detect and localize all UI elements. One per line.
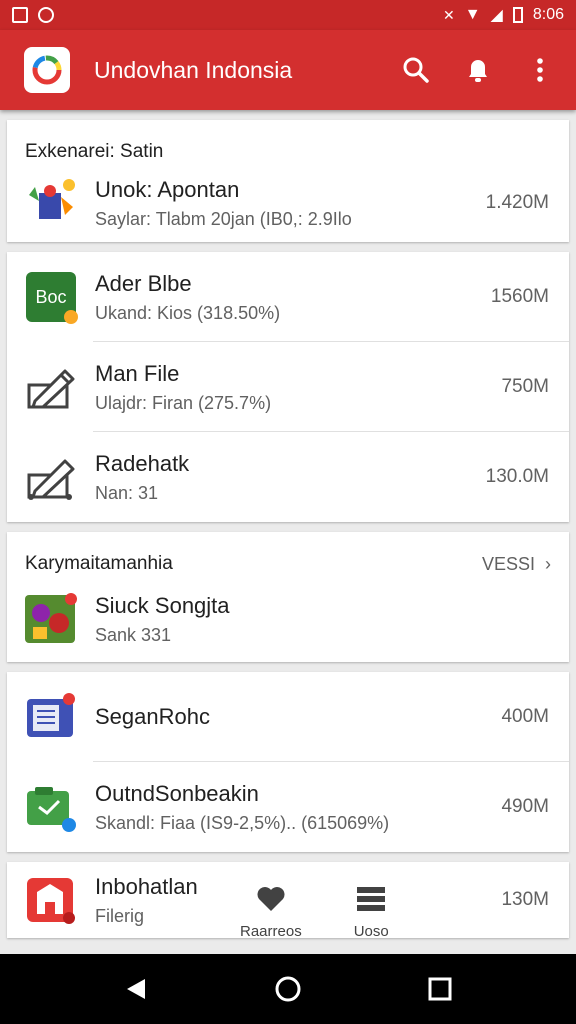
list-item[interactable]: Siuck Songjta Sank 331 — [7, 576, 569, 662]
app-title: Undovhan Indonsia — [94, 56, 293, 83]
sync-icon — [38, 7, 54, 23]
item-size: 130.0M — [485, 466, 549, 487]
item-subtitle: Skandl: Fiaa (IS9-2,5%).. (615069%) — [95, 812, 390, 833]
list-item[interactable]: Boc Ader Blbe Ukand: Kios (318.50%) 1560… — [7, 252, 569, 342]
item-size: 750M — [501, 376, 549, 397]
item-subtitle: Nan: 31 — [95, 482, 159, 503]
item-subtitle: Ulajdr: Firan (275.7%) — [95, 392, 272, 413]
tab-list[interactable]: Uoso — [354, 885, 389, 940]
item-title: Radehatk — [95, 450, 190, 476]
item-title: Siuck Songjta — [95, 592, 230, 618]
item-title: Inbohatlan — [95, 873, 198, 899]
folder-check-icon — [25, 781, 77, 833]
section-header: Karymaitamanhia VESSI › — [7, 532, 569, 576]
tab-label: Uoso — [353, 923, 389, 940]
status-bar: ✕ ▼ ◢ 8:06 — [0, 0, 576, 30]
section-card: Karymaitamanhia VESSI › Siuck Songjta Sa… — [7, 532, 569, 662]
battery-icon — [512, 7, 523, 23]
list-icon — [355, 885, 387, 917]
chevron-right-icon: › — [545, 553, 551, 574]
list-item[interactable]: Unok: Apontan Saylar: Tlabm 20jan (IB0,:… — [7, 164, 569, 242]
section-title: Exkenarei: Satin — [25, 141, 164, 162]
system-nav-bar — [0, 954, 576, 1024]
pencil-file-icon — [25, 451, 77, 503]
app-bar: Undovhan Indonsia — [0, 30, 576, 110]
item-title: SeganRohc — [95, 704, 210, 729]
list-item[interactable]: SeganRohc 400M — [7, 672, 569, 762]
pencil-file-icon — [25, 361, 77, 413]
notification-app-icon — [12, 7, 28, 23]
item-subtitle: Sank 331 — [95, 624, 172, 645]
item-size: 1.420M — [485, 192, 549, 213]
tab-label: Raarreos — [240, 923, 302, 940]
back-icon[interactable] — [116, 969, 156, 1009]
vibrate-icon: ✕ — [442, 6, 455, 23]
see-all-link[interactable]: VESSI › — [482, 554, 551, 575]
item-subtitle: Filerig — [95, 905, 145, 926]
clock-time: 8:06 — [532, 6, 564, 23]
home-app-icon — [25, 874, 77, 926]
list-item[interactable]: Man File Ulajdr: Firan (275.7%) 750M — [7, 342, 569, 432]
game-icon — [25, 177, 77, 229]
item-title: Ader Blbe — [95, 270, 192, 296]
section-card: Boc Ader Blbe Ukand: Kios (318.50%) 1560… — [7, 252, 569, 522]
list-item[interactable]: Radehatk Nan: 31 130.0M — [7, 432, 569, 522]
more-icon[interactable] — [526, 56, 554, 84]
document-icon — [25, 691, 77, 743]
app-icon: Boc — [25, 271, 78, 324]
section-title: Karymaitamanhia — [25, 553, 173, 574]
item-subtitle: Saylar: Tlabm 20jan (IB0,: 2.9Ilo — [95, 208, 352, 229]
list-item[interactable]: OutndSonbeakin Skandl: Fiaa (IS9-2,5%)..… — [7, 762, 569, 852]
home-icon[interactable] — [268, 969, 308, 1009]
item-size: 400M — [501, 706, 549, 727]
item-title: OutndSonbeakin — [95, 780, 259, 806]
tab-favorites[interactable]: Raarreos — [240, 885, 302, 940]
search-icon[interactable] — [402, 56, 430, 84]
signal-icon: ◢ — [490, 7, 503, 24]
item-title: Unok: Apontan — [95, 176, 240, 202]
app-logo[interactable] — [24, 47, 70, 93]
heart-icon — [256, 885, 286, 917]
item-size: 130M — [501, 889, 549, 910]
bottom-tabs: Raarreos Uoso — [240, 885, 389, 940]
wifi-icon: ▼ — [464, 6, 481, 23]
item-size: 1560M — [490, 286, 549, 307]
game-thumbnail-icon — [25, 593, 77, 645]
section-card: SeganRohc 400M OutndSonbeakin Skandl: Fi… — [7, 672, 569, 852]
section-card: Exkenarei: Satin Unok: Apontan Saylar: T… — [7, 120, 569, 242]
item-subtitle: Ukand: Kios (318.50%) — [95, 302, 281, 323]
item-size: 490M — [501, 796, 549, 817]
notification-icon[interactable] — [464, 56, 492, 84]
recents-icon[interactable] — [420, 969, 460, 1009]
download-list: Exkenarei: Satin Unok: Apontan Saylar: T… — [0, 110, 576, 954]
item-title: Man File — [95, 360, 180, 386]
